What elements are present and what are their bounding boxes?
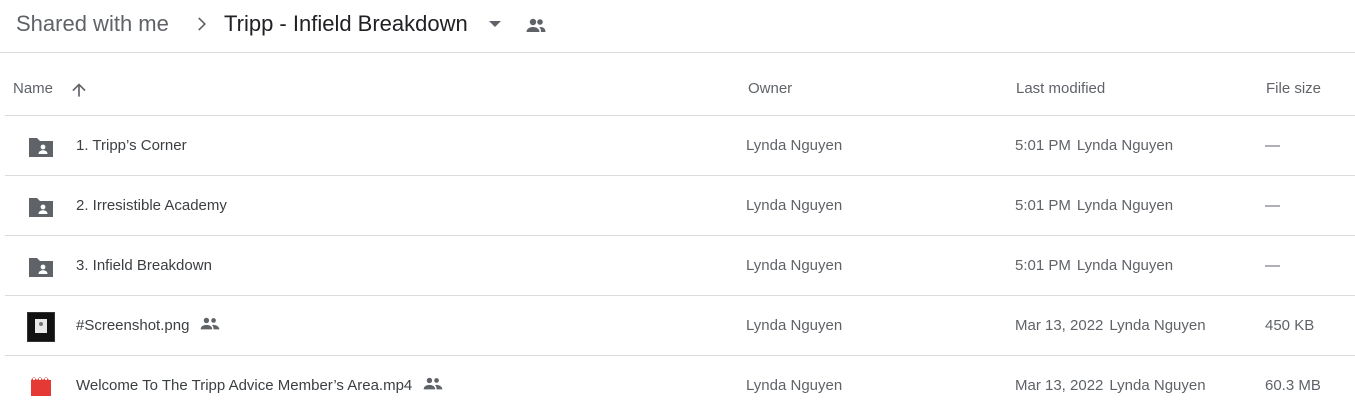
file-name: 1. Tripp’s Corner [76, 137, 187, 154]
file-owner: Lynda Nguyen [746, 197, 843, 214]
column-header-row: Name Owner Last modified File size [5, 54, 1355, 116]
file-size: — [1265, 137, 1280, 154]
file-size: — [1265, 197, 1280, 214]
modified-by: Lynda Nguyen [1109, 377, 1206, 394]
modified-time: 5:01 PM [1015, 197, 1071, 214]
image-thumbnail-icon [25, 312, 57, 342]
file-owner: Lynda Nguyen [746, 137, 843, 154]
modified-by: Lynda Nguyen [1076, 137, 1174, 154]
file-row[interactable]: 1. Tripp’s Corner Lynda Nguyen 5:01 PM Ly… [5, 116, 1355, 176]
modified-time: Mar 13, 2022 [1015, 317, 1104, 334]
file-owner: Lynda Nguyen [746, 257, 843, 274]
file-name-wrapper: Welcome To The Tripp Advice Member’s Are… [76, 356, 444, 409]
column-header-last-modified[interactable]: Last modified [1016, 54, 1105, 116]
video-file-icon [25, 373, 57, 401]
column-header-owner[interactable]: Owner [748, 54, 792, 116]
modified-time: Mar 13, 2022 [1015, 377, 1104, 394]
file-name: 3. Infield Breakdown [76, 257, 212, 274]
breadcrumb-current-folder[interactable]: Tripp - Infield Breakdown [224, 10, 468, 38]
breadcrumb: Shared with me Tripp - Infield Breakdown [0, 0, 1355, 53]
file-size: — [1265, 257, 1280, 274]
file-name: #Screenshot.png [76, 317, 190, 334]
file-last-modified: 5:01 PM Lynda Nguyen [1015, 236, 1173, 296]
file-last-modified: 5:01 PM Lynda Nguyen [1015, 176, 1173, 236]
shared-people-icon [423, 377, 443, 390]
shared-people-icon [201, 317, 220, 330]
modified-time: 5:01 PM [1015, 137, 1071, 154]
modified-time: 5:01 PM [1015, 257, 1071, 274]
sort-ascending-arrow-icon[interactable] [69, 80, 89, 100]
file-last-modified: Mar 13, 2022 Lynda Nguyen [1015, 296, 1206, 356]
shared-folder-icon [25, 253, 57, 281]
file-owner: Lynda Nguyen [746, 317, 843, 334]
file-owner: Lynda Nguyen [746, 377, 843, 394]
file-last-modified: 5:01 PM Lynda Nguyen [1015, 116, 1173, 176]
file-size: 450 KB [1265, 317, 1315, 334]
file-size: 60.3 MB [1265, 377, 1321, 394]
file-name: 2. Irresistible Academy [76, 197, 227, 214]
file-row[interactable]: 3. Infield Breakdown Lynda Nguyen 5:01 P… [5, 236, 1355, 296]
file-row[interactable]: 2. Irresistible Academy Lynda Nguyen 5:0… [5, 176, 1355, 236]
file-name-wrapper: #Screenshot.png [76, 296, 221, 356]
file-row[interactable]: #Screenshot.png Lynda Nguyen Mar 13, 202… [5, 296, 1355, 356]
file-row[interactable]: Welcome To The Tripp Advice Member’s Are… [5, 356, 1355, 409]
modified-by: Lynda Nguyen [1076, 197, 1174, 214]
breadcrumb-shared-with-me[interactable]: Shared with me [16, 10, 169, 38]
modified-by: Lynda Nguyen [1109, 317, 1206, 334]
file-name: Welcome To The Tripp Advice Member’s Are… [76, 377, 413, 394]
shared-folder-icon [25, 133, 57, 161]
dropdown-arrow-icon[interactable] [485, 17, 505, 31]
chevron-right-icon [198, 17, 206, 31]
shared-people-icon[interactable] [524, 14, 548, 38]
column-header-name[interactable]: Name [13, 54, 53, 116]
shared-folder-icon [25, 193, 57, 221]
modified-by: Lynda Nguyen [1076, 257, 1174, 274]
file-last-modified: Mar 13, 2022 Lynda Nguyen [1015, 356, 1206, 409]
column-header-file-size[interactable]: File size [1266, 54, 1321, 116]
